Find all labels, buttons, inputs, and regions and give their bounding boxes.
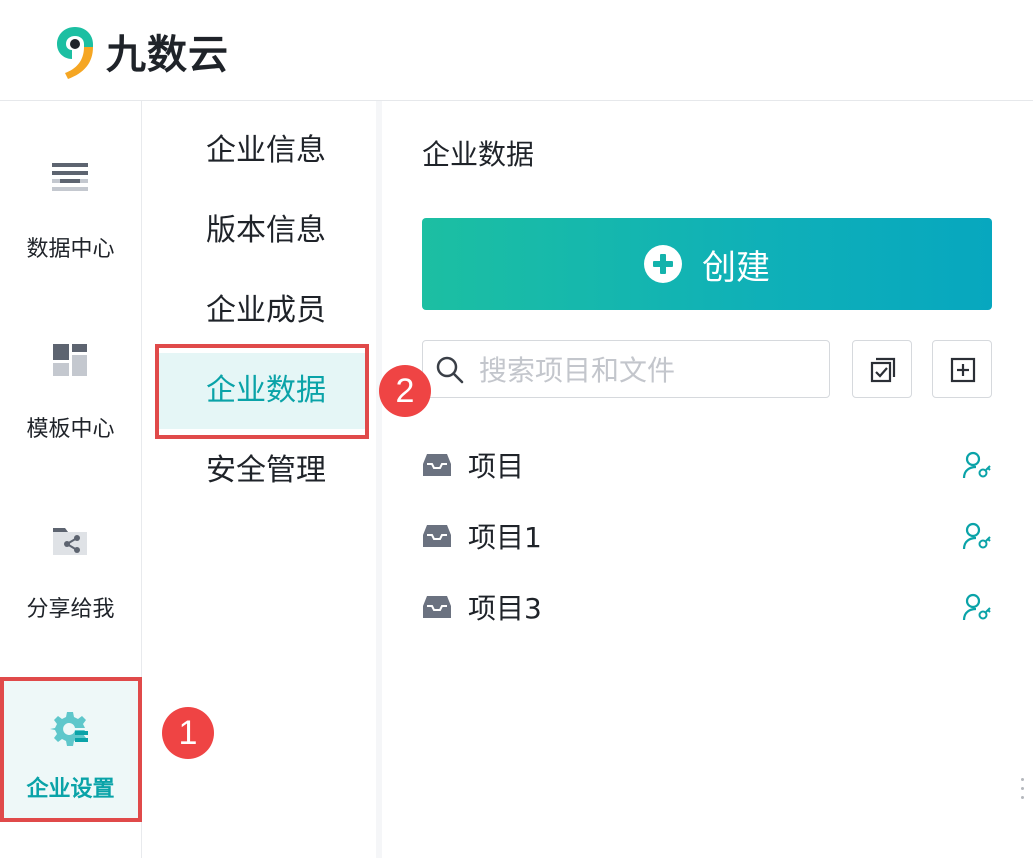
- project-row[interactable]: 项目1: [422, 512, 992, 562]
- plus-square-icon: [950, 357, 976, 383]
- brand-logo-icon: [57, 27, 93, 79]
- project-name: 项目3: [468, 592, 542, 625]
- project-box-icon: [423, 596, 451, 618]
- subnav-item-version-info[interactable]: 版本信息: [156, 193, 366, 269]
- batch-select-button[interactable]: [852, 340, 912, 398]
- app-header: 九数云: [0, 0, 1033, 101]
- add-item-button[interactable]: [932, 340, 992, 398]
- project-box-icon: [423, 525, 451, 547]
- subnav-item-company-info[interactable]: 企业信息: [156, 113, 366, 189]
- template-grid-icon: [53, 344, 87, 376]
- enterprise-data-panel: 企业数据 创建 项目: [382, 101, 1033, 858]
- shared-folder-icon: [53, 528, 87, 555]
- highlight-box-settings: [0, 677, 142, 822]
- highlight-box-enterprise-data: [155, 344, 369, 439]
- checkbox-multi-icon: [870, 357, 896, 383]
- brand-logo[interactable]: 九数云: [52, 22, 229, 80]
- project-row[interactable]: 项目: [422, 441, 992, 491]
- sidebar-item-label: 分享给我: [26, 597, 115, 622]
- resize-handle-dots-icon[interactable]: [1021, 778, 1025, 804]
- user-permission-icon[interactable]: [962, 593, 992, 623]
- sidebar-item-label: 数据中心: [26, 237, 115, 262]
- search-icon: [436, 356, 464, 384]
- step-badge-2: 2: [379, 365, 431, 417]
- project-row[interactable]: 项目3: [422, 583, 992, 633]
- brand-name: 九数云: [106, 32, 229, 78]
- sidebar-item-template-center[interactable]: 模板中心: [0, 339, 141, 479]
- user-permission-icon[interactable]: [962, 451, 992, 481]
- step-badge-1: 1: [162, 707, 214, 759]
- subnav-item-security[interactable]: 安全管理: [156, 433, 366, 509]
- list-icon: [52, 163, 88, 191]
- sidebar-item-label: 模板中心: [26, 417, 115, 442]
- project-name: 项目: [468, 450, 525, 483]
- subnav-item-members[interactable]: 企业成员: [156, 273, 366, 349]
- project-box-icon: [423, 454, 451, 476]
- plus-circle-icon: [644, 245, 682, 283]
- create-button[interactable]: 创建: [422, 218, 992, 310]
- sidebar-item-data-center[interactable]: 数据中心: [0, 159, 141, 299]
- create-button-label: 创建: [702, 247, 770, 288]
- project-name: 项目1: [468, 521, 542, 554]
- user-permission-icon[interactable]: [962, 522, 992, 552]
- search-input[interactable]: [477, 349, 821, 391]
- sidebar-item-shared-with-me[interactable]: 分享给我: [0, 519, 141, 659]
- page-title: 企业数据: [422, 138, 535, 171]
- search-box[interactable]: [422, 340, 830, 398]
